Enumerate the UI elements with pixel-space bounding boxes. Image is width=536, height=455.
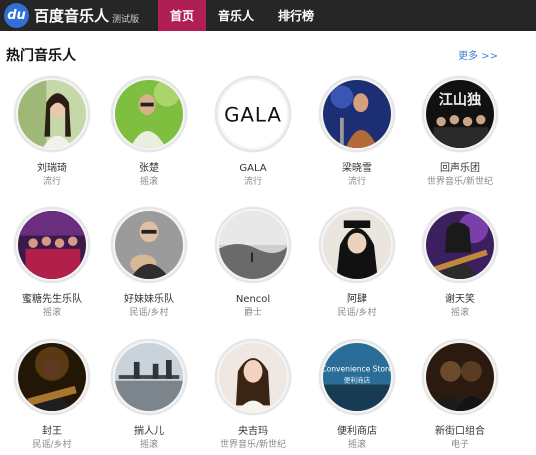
avatar[interactable] — [14, 207, 90, 283]
artist-card[interactable]: Nencol 爵士 — [201, 207, 305, 319]
more-link[interactable]: 更多 >> — [458, 47, 498, 62]
artist-genre: 摇滚 — [139, 177, 158, 187]
artist-card[interactable]: 央吉玛 世界音乐/新世纪 — [201, 339, 305, 451]
avatar[interactable] — [111, 339, 187, 415]
artist-card[interactable]: 张楚 摇滚 — [97, 76, 201, 188]
artist-genre: 民谣/乡村 — [129, 308, 169, 318]
avatar[interactable]: 江山独 — [422, 76, 498, 152]
avatar[interactable]: Convenience Store 便利商店 — [319, 339, 395, 415]
avatar[interactable] — [215, 207, 291, 283]
artist-name[interactable]: 蜜糖先生乐队 — [0, 294, 104, 306]
store-logo-text: Convenience Store — [323, 364, 391, 373]
gala-logo-text: GALA — [224, 104, 282, 127]
avatar[interactable] — [14, 76, 90, 152]
artist-genre: 世界音乐/新世纪 — [219, 440, 287, 450]
top-navigation-bar: du 百度音乐人 测试版 首页 音乐人 排行榜 — [0, 0, 536, 31]
artist-name[interactable]: 新街口组合 — [408, 426, 512, 438]
artist-name[interactable]: 张楚 — [97, 163, 201, 175]
artist-genre: 民谣/乡村 — [337, 308, 377, 318]
main-nav: 首页 音乐人 排行榜 — [158, 0, 326, 31]
artist-name[interactable]: 回声乐团 — [408, 163, 512, 175]
artist-name[interactable]: 封王 — [0, 426, 104, 438]
artist-card[interactable]: GALA GALA 流行 — [201, 76, 305, 188]
artist-name[interactable]: 阿肆 — [305, 294, 409, 306]
artist-name[interactable]: 梁晓雪 — [305, 163, 409, 175]
avatar[interactable] — [215, 339, 291, 415]
artist-card[interactable]: 阿肆 民谣/乡村 — [305, 207, 409, 319]
artist-name[interactable]: 央吉玛 — [201, 426, 305, 438]
artist-name[interactable]: 便利商店 — [305, 426, 409, 438]
avatar[interactable] — [319, 76, 395, 152]
artist-card[interactable]: 江山独 回声乐团 世界音乐/新世纪 — [408, 76, 512, 188]
du-logo-icon: du — [4, 3, 29, 28]
beta-label: 测试版 — [112, 15, 140, 25]
artist-name[interactable]: Nencol — [201, 294, 305, 306]
artist-genre: 流行 — [243, 177, 262, 187]
artist-card[interactable]: 新街口组合 电子 — [408, 339, 512, 451]
artist-card[interactable]: 梁晓雪 流行 — [305, 76, 409, 188]
store-logo-subtext: 便利商店 — [344, 376, 371, 385]
avatar[interactable] — [14, 339, 90, 415]
artist-genre: 爵士 — [243, 308, 262, 318]
artist-genre: 摇滚 — [450, 308, 469, 318]
artist-genre: 摇滚 — [42, 308, 61, 318]
artist-name[interactable]: 刘瑞琦 — [0, 163, 104, 175]
artist-genre: 世界音乐/新世纪 — [426, 177, 494, 187]
nav-home[interactable]: 首页 — [158, 0, 206, 31]
avatar[interactable] — [319, 207, 395, 283]
artist-genre: 流行 — [347, 177, 366, 187]
artist-genre: 摇滚 — [347, 440, 366, 450]
artist-genre: 电子 — [450, 440, 469, 450]
artist-card[interactable]: 谢天笑 摇滚 — [408, 207, 512, 319]
artist-card[interactable]: 刘瑞琦 流行 — [0, 76, 104, 188]
nav-musicians[interactable]: 音乐人 — [206, 0, 266, 31]
artist-name[interactable]: 谢天笑 — [408, 294, 512, 306]
avatar[interactable] — [111, 76, 187, 152]
artist-genre: 流行 — [42, 177, 61, 187]
artist-card[interactable]: 好妹妹乐队 民谣/乡村 — [97, 207, 201, 319]
artist-card[interactable]: 蜜糖先生乐队 摇滚 — [0, 207, 104, 319]
logo-title: 百度音乐人 — [34, 7, 110, 25]
nav-charts[interactable]: 排行榜 — [266, 0, 326, 31]
band-logo-text: 江山独 — [439, 92, 481, 109]
artist-card[interactable]: Convenience Store 便利商店 便利商店 摇滚 — [305, 339, 409, 451]
avatar[interactable] — [422, 339, 498, 415]
avatar[interactable]: GALA — [215, 76, 291, 152]
artist-genre: 民谣/乡村 — [32, 440, 72, 450]
artist-name[interactable]: GALA — [201, 163, 305, 175]
avatar[interactable] — [422, 207, 498, 283]
artist-name[interactable]: 揣人儿 — [97, 426, 201, 438]
section-title: 热门音乐人 — [6, 48, 76, 64]
avatar[interactable] — [111, 207, 187, 283]
artist-genre: 摇滚 — [139, 440, 158, 450]
baidu-music-logo[interactable]: du 百度音乐人 测试版 — [4, 3, 139, 28]
artist-name[interactable]: 好妹妹乐队 — [97, 294, 201, 306]
artist-card[interactable]: 封王 民谣/乡村 — [0, 339, 104, 451]
artist-card[interactable]: 揣人儿 摇滚 — [97, 339, 201, 451]
